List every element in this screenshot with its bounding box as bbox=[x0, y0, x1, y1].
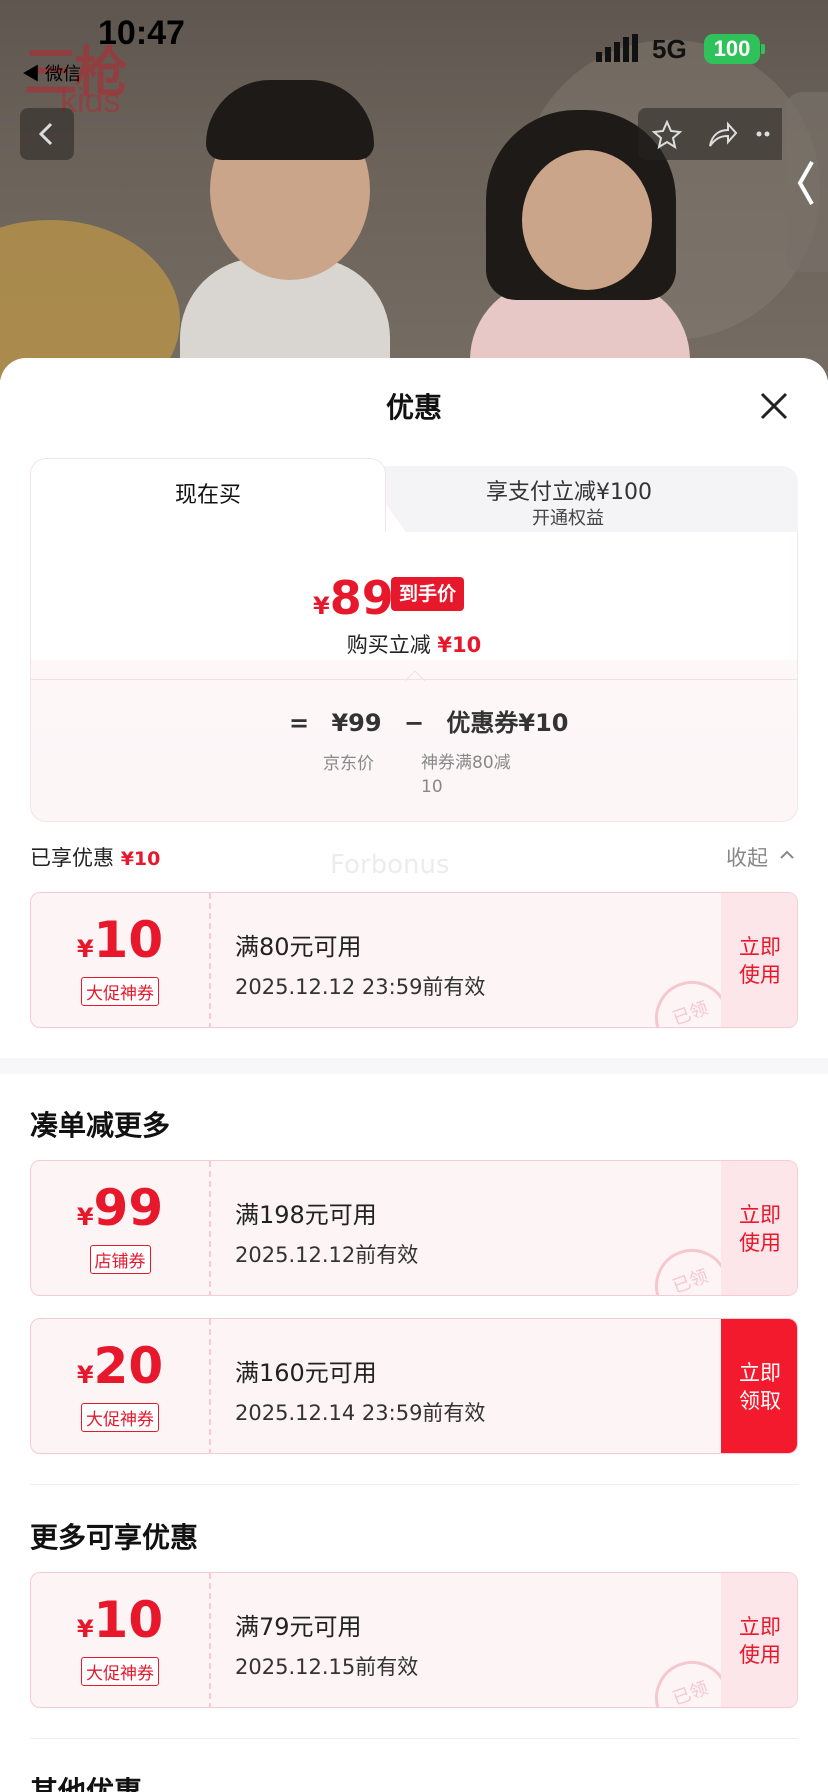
coupon-tag-text: 店铺券 bbox=[89, 1245, 151, 1274]
tab-pay-discount-sub: 开通权益 bbox=[532, 508, 604, 529]
formula-coupon: 优惠券¥10 bbox=[446, 709, 569, 737]
nav-actions bbox=[638, 108, 782, 160]
coupon-tag-text: 大促神券 bbox=[81, 977, 159, 1006]
coupon-tag: 大促神券 bbox=[31, 1403, 209, 1432]
coupon-tag: 大促神券 bbox=[31, 1657, 209, 1686]
use-now-button[interactable]: 立即 使用 bbox=[721, 1161, 797, 1295]
coupon-separator bbox=[209, 1161, 211, 1295]
side-panel-handle[interactable] bbox=[786, 92, 828, 272]
boy-hair bbox=[206, 80, 374, 160]
coupon-amount: ¥99 bbox=[31, 1179, 209, 1237]
use-now-button[interactable]: 立即 使用 bbox=[721, 893, 797, 1027]
instant-discount: 购买立减 ¥10 bbox=[31, 629, 797, 659]
formula-jd-price: ¥99 bbox=[331, 709, 382, 737]
coupon-tag-text: 大促神券 bbox=[81, 1403, 159, 1432]
formula-minus: − bbox=[403, 709, 425, 737]
coupon-tag: 大促神券 bbox=[31, 977, 209, 1006]
instant-discount-value: ¥10 bbox=[437, 633, 482, 657]
coupon-separator bbox=[209, 893, 211, 1027]
price-tabs: 享支付立减¥100 开通权益 现在买 ¥89 到手价 购买立减 ¥10 = ¥9… bbox=[30, 458, 798, 822]
coupon-validity: 2025.12.15前有效 bbox=[235, 1655, 419, 1679]
close-icon[interactable] bbox=[756, 388, 792, 424]
coupon-card: ¥10 大促神券 满80元可用 2025.12.12 23:59前有效 已领 立… bbox=[30, 892, 798, 1028]
enjoyed-discount: 已享优惠 ¥10 bbox=[30, 842, 160, 872]
watermark-text: Forbonus bbox=[330, 850, 450, 880]
share-icon[interactable] bbox=[706, 120, 738, 150]
section-title-extra: 更多可享优惠 bbox=[30, 1521, 199, 1554]
use-now-button[interactable]: 立即 使用 bbox=[721, 1573, 797, 1707]
chevron-up-icon[interactable] bbox=[778, 846, 796, 864]
coupon-card: ¥20 大促神券 满160元可用 2025.12.14 23:59前有效 立即领… bbox=[30, 1318, 798, 1454]
coupon-card: ¥10 大促神券 满79元可用 2025.12.15前有效 已领 立即 使用 bbox=[30, 1572, 798, 1708]
coupon-condition: 满198元可用 bbox=[235, 1201, 377, 1229]
coupon-condition: 满80元可用 bbox=[235, 933, 362, 961]
final-price: ¥89 bbox=[313, 571, 394, 625]
sweater-shape bbox=[0, 220, 180, 380]
coupon-validity: 2025.12.12 23:59前有效 bbox=[235, 975, 486, 999]
formula-equals: = bbox=[289, 709, 310, 737]
coupon-card: ¥99 店铺券 满198元可用 2025.12.12前有效 已领 立即 使用 bbox=[30, 1160, 798, 1296]
final-price-currency: ¥ bbox=[313, 592, 330, 620]
section-title-more: 凑单减更多 bbox=[30, 1109, 171, 1142]
price-formula: = ¥99 − 优惠券¥10 bbox=[289, 703, 583, 738]
final-price-value: 89 bbox=[329, 571, 394, 625]
back-to-wechat[interactable]: ◀ 微信 bbox=[22, 60, 81, 86]
network-type: 5G bbox=[652, 34, 687, 64]
more-icon[interactable] bbox=[756, 130, 776, 138]
back-chevron-icon bbox=[38, 122, 53, 146]
coupon-amount: ¥10 bbox=[31, 1591, 209, 1649]
section-gap bbox=[0, 1058, 828, 1074]
coupon-amount: ¥20 bbox=[31, 1337, 209, 1395]
coupon-tag: 店铺券 bbox=[31, 1245, 209, 1274]
coupon-amount-area: ¥10 大促神券 bbox=[31, 1573, 209, 1707]
coupon-amount-area: ¥20 大促神券 bbox=[31, 1319, 209, 1453]
tab-buy-now[interactable]: 现在买 bbox=[30, 458, 386, 532]
coupon-validity: 2025.12.14 23:59前有效 bbox=[235, 1401, 486, 1425]
divider bbox=[30, 1484, 798, 1485]
battery-indicator: 100 bbox=[704, 34, 760, 64]
final-price-badge: 到手价 bbox=[391, 577, 465, 611]
enjoyed-label: 已享优惠 bbox=[30, 846, 114, 870]
tab-pay-discount[interactable]: 享支付立减¥100 开通权益 bbox=[346, 466, 798, 532]
coupon-desc-label: 神券满80减10 bbox=[421, 753, 511, 797]
back-button[interactable] bbox=[20, 108, 74, 160]
coupon-separator bbox=[209, 1319, 211, 1453]
jd-price-label: 京东价 bbox=[323, 754, 374, 774]
coupon-currency: ¥ bbox=[76, 1615, 94, 1643]
coupon-condition: 满79元可用 bbox=[235, 1613, 362, 1641]
coupon-amount: ¥10 bbox=[31, 911, 209, 969]
coupon-currency: ¥ bbox=[76, 1203, 94, 1231]
star-icon[interactable] bbox=[652, 120, 682, 150]
coupon-amount-value: 99 bbox=[93, 1179, 164, 1237]
side-chevron-icon bbox=[797, 161, 814, 205]
coupon-amount-area: ¥99 店铺券 bbox=[31, 1161, 209, 1295]
sheet-title: 优惠 bbox=[385, 391, 442, 424]
status-time: 10:47 bbox=[98, 14, 185, 52]
divider bbox=[30, 1738, 798, 1739]
coupon-amount-value: 10 bbox=[93, 911, 164, 969]
tab-pay-discount-title: 享支付立减¥100 bbox=[486, 480, 652, 505]
claim-now-button[interactable]: 立即 领取 bbox=[721, 1319, 797, 1453]
divider bbox=[31, 679, 797, 680]
coupon-amount-area: ¥10 大促神券 bbox=[31, 893, 209, 1027]
signal-icon bbox=[596, 34, 638, 62]
coupon-currency: ¥ bbox=[76, 935, 94, 963]
instant-discount-label: 购买立减 bbox=[346, 633, 431, 657]
section-title-other: 其他优惠 bbox=[30, 1775, 143, 1792]
coupon-amount-value: 10 bbox=[93, 1591, 164, 1649]
discount-sheet: 优惠 享支付立减¥100 开通权益 现在买 ¥89 到手价 购买立减 ¥10 = bbox=[0, 358, 828, 1792]
price-breakdown-card: ¥89 到手价 购买立减 ¥10 = ¥99 − 优惠券¥10 京东价 神券满8… bbox=[30, 530, 798, 822]
collapse-button[interactable]: 收起 bbox=[726, 842, 768, 872]
coupon-separator bbox=[209, 1573, 211, 1707]
enjoyed-value: ¥10 bbox=[120, 848, 161, 870]
battery-tip bbox=[761, 44, 765, 54]
coupon-condition: 满160元可用 bbox=[235, 1359, 377, 1387]
coupon-tag-text: 大促神券 bbox=[81, 1657, 159, 1686]
coupon-validity: 2025.12.12前有效 bbox=[235, 1243, 419, 1267]
coupon-currency: ¥ bbox=[76, 1361, 94, 1389]
girl-face bbox=[522, 150, 652, 290]
coupon-amount-value: 20 bbox=[93, 1337, 164, 1395]
